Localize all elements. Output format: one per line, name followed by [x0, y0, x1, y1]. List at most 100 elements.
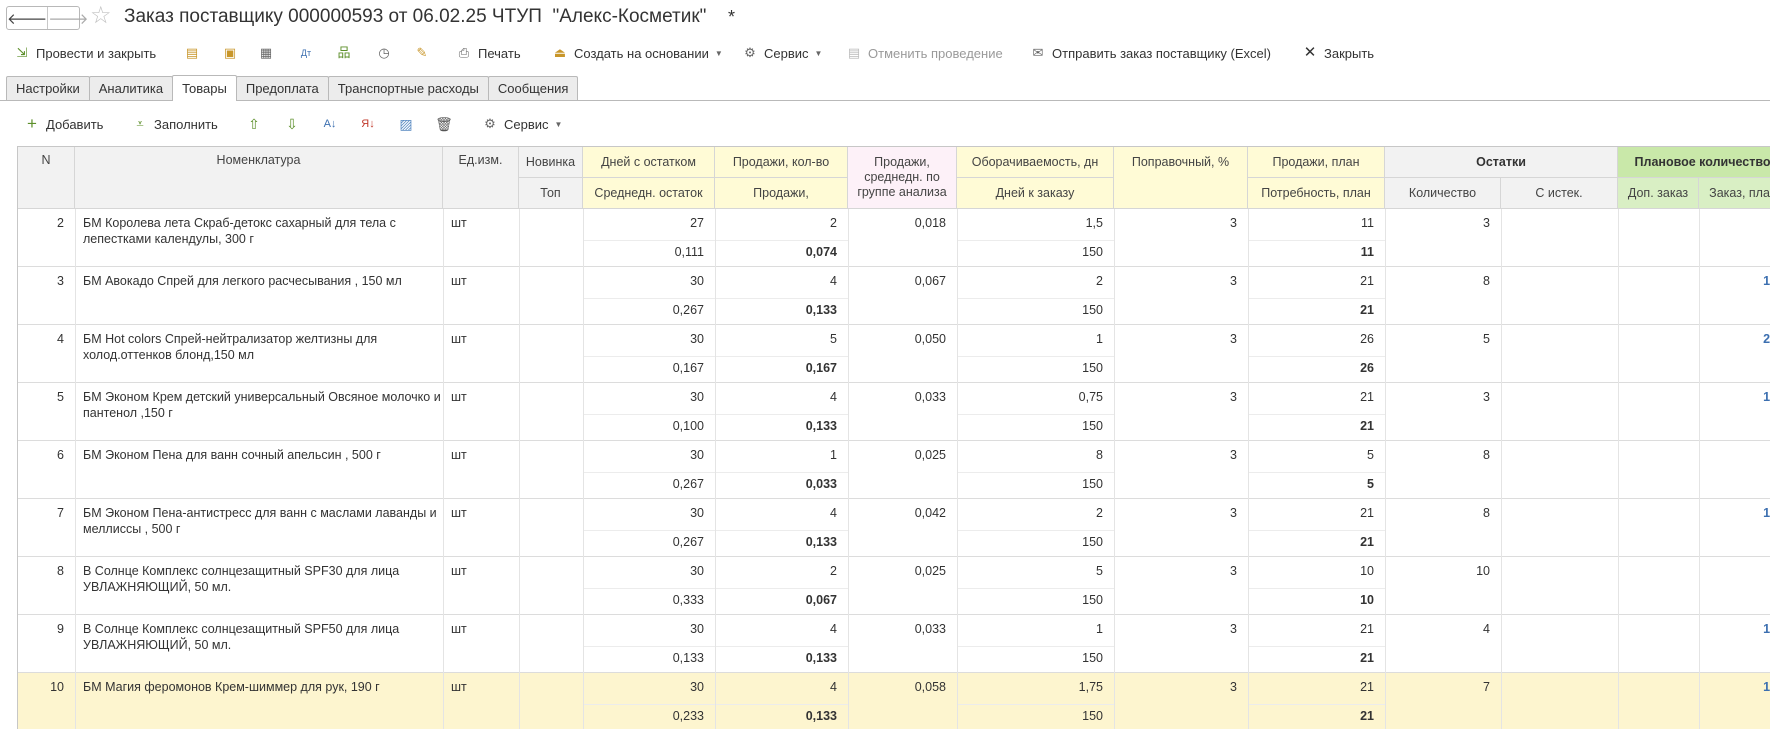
post-document-button[interactable]: ▤ — [184, 40, 206, 66]
col-header-top[interactable]: Топ — [519, 178, 583, 209]
cell-extra[interactable] — [1618, 389, 1699, 437]
create-based-button[interactable]: ⏏ Создать на основании ▼ — [552, 40, 723, 66]
cell-order[interactable]: 18 — [1699, 389, 1770, 437]
cell-sales[interactable]: 1 — [715, 447, 848, 467]
cell-correction[interactable]: 3 — [1114, 447, 1248, 495]
cell-sales-avg[interactable]: 0,133 — [715, 534, 848, 554]
cell-n[interactable]: 10 — [18, 679, 75, 727]
cell-order[interactable] — [1699, 447, 1770, 495]
cell-extra[interactable] — [1618, 447, 1699, 495]
cell-days-order[interactable]: 150 — [957, 418, 1114, 438]
print-button[interactable]: ⎙ Печать — [456, 40, 521, 66]
cell-name[interactable]: БМ Эконом Крем детский универсальный Овс… — [75, 389, 443, 437]
sort-descending-button[interactable]: Я↓ — [358, 114, 378, 134]
cell-need[interactable]: 11 — [1248, 244, 1385, 264]
cell-name[interactable]: В Солнце Комплекс солнцезащитный SPF50 д… — [75, 621, 443, 669]
cell-days-order[interactable]: 150 — [957, 302, 1114, 322]
cell-days-order[interactable]: 150 — [957, 534, 1114, 554]
cell-turnover[interactable]: 2 — [957, 505, 1114, 525]
cell-stock[interactable]: 8 — [1385, 505, 1501, 553]
cell-stock[interactable]: 8 — [1385, 447, 1501, 495]
cancel-posting-button[interactable]: ▤ Отменить проведение — [846, 40, 1003, 66]
tab-settings[interactable]: Настройки — [6, 76, 90, 100]
attachments-button[interactable]: ✎ — [414, 40, 436, 66]
cell-days[interactable]: 30 — [583, 447, 715, 467]
cell-days[interactable]: 30 — [583, 505, 715, 525]
col-header-order-plan[interactable]: Заказ, план — [1699, 178, 1770, 209]
picture-button[interactable]: ▨ — [396, 114, 416, 134]
cell-unit[interactable]: шт — [443, 447, 519, 495]
cell-sales[interactable]: 4 — [715, 389, 848, 409]
cell-avg-stock[interactable]: 0,333 — [583, 592, 715, 612]
cell-correction[interactable]: 3 — [1114, 215, 1248, 263]
cell-days[interactable]: 30 — [583, 273, 715, 293]
cell-expiring[interactable] — [1501, 389, 1618, 437]
cell-n[interactable]: 6 — [18, 447, 75, 495]
close-button[interactable]: ✕ Закрыть — [1302, 40, 1374, 66]
cell-plan[interactable]: 21 — [1248, 679, 1385, 699]
cell-turnover[interactable]: 2 — [957, 273, 1114, 293]
cell-turnover[interactable]: 1,5 — [957, 215, 1114, 235]
cell-correction[interactable]: 3 — [1114, 273, 1248, 321]
cell-name[interactable]: В Солнце Комплекс солнцезащитный SPF30 д… — [75, 563, 443, 611]
tab-transport-costs[interactable]: Транспортные расходы — [327, 76, 489, 100]
cell-expiring[interactable] — [1501, 679, 1618, 727]
cell-name[interactable]: БМ Магия феромонов Крем-шиммер для рук, … — [75, 679, 443, 727]
cell-days-order[interactable]: 150 — [957, 244, 1114, 264]
cell-stock[interactable]: 4 — [1385, 621, 1501, 669]
cell-n[interactable]: 3 — [18, 273, 75, 321]
cell-group-avg[interactable]: 0,042 — [848, 505, 957, 553]
col-header-days-to-order[interactable]: Дней к заказу — [957, 178, 1114, 209]
cell-days-order[interactable]: 150 — [957, 592, 1114, 612]
cell-group-avg[interactable]: 0,018 — [848, 215, 957, 263]
cell-group-avg[interactable]: 0,058 — [848, 679, 957, 727]
cell-correction[interactable]: 3 — [1114, 331, 1248, 379]
cell-avg-stock[interactable]: 0,100 — [583, 418, 715, 438]
service-menu-button[interactable]: ⚙ Сервис ▼ — [742, 40, 822, 66]
cell-group-avg[interactable]: 0,067 — [848, 273, 957, 321]
cell-correction[interactable]: 3 — [1114, 563, 1248, 611]
cell-extra[interactable] — [1618, 621, 1699, 669]
cell-group-avg[interactable]: 0,025 — [848, 563, 957, 611]
cell-name[interactable]: БМ Королева лета Скраб-детокс сахарный д… — [75, 215, 443, 263]
col-header-new[interactable]: Новинка — [519, 147, 583, 178]
cell-avg-stock[interactable]: 0,267 — [583, 534, 715, 554]
cell-sales[interactable]: 4 — [715, 679, 848, 699]
cell-stock[interactable]: 5 — [1385, 331, 1501, 379]
cell-n[interactable]: 8 — [18, 563, 75, 611]
cell-stock[interactable]: 8 — [1385, 273, 1501, 321]
cell-plan[interactable]: 21 — [1248, 621, 1385, 641]
cell-plan[interactable]: 21 — [1248, 505, 1385, 525]
cell-extra[interactable] — [1618, 273, 1699, 321]
cell-turnover[interactable]: 1 — [957, 621, 1114, 641]
cell-stock[interactable]: 3 — [1385, 215, 1501, 263]
cell-unit[interactable]: шт — [443, 389, 519, 437]
col-header-sales-plan[interactable]: Продажи, план — [1248, 147, 1385, 178]
cell-extra[interactable] — [1618, 215, 1699, 263]
tab-prepayment[interactable]: Предоплата — [235, 76, 329, 100]
cell-name[interactable]: БМ Эконом Пена-антистресс для ванн с мас… — [75, 505, 443, 553]
cell-order[interactable]: 21 — [1699, 331, 1770, 379]
col-header-nomenclature[interactable]: Номенклатура — [75, 147, 443, 209]
cell-correction[interactable]: 3 — [1114, 505, 1248, 553]
cell-avg-stock[interactable]: 0,267 — [583, 476, 715, 496]
cell-expiring[interactable] — [1501, 273, 1618, 321]
cell-group-avg[interactable]: 0,033 — [848, 389, 957, 437]
cell-order[interactable]: 13 — [1699, 273, 1770, 321]
cell-days[interactable]: 27 — [583, 215, 715, 235]
cell-days-order[interactable]: 150 — [957, 360, 1114, 380]
cell-days[interactable]: 30 — [583, 563, 715, 583]
cell-n[interactable]: 2 — [18, 215, 75, 263]
cell-expiring[interactable] — [1501, 331, 1618, 379]
col-header-unit[interactable]: Ед.изм. — [443, 147, 519, 209]
cell-plan[interactable]: 5 — [1248, 447, 1385, 467]
delete-button[interactable]: 🗑 — [434, 114, 454, 134]
post-and-close-button[interactable]: ⇲ Провести и закрыть — [14, 40, 157, 66]
cell-unit[interactable]: шт — [443, 563, 519, 611]
cell-name[interactable]: БМ Авокадо Спрей для легкого расчесывани… — [75, 273, 443, 321]
cell-sales[interactable]: 4 — [715, 505, 848, 525]
star-icon[interactable]: ☆ — [90, 3, 112, 29]
cell-expiring[interactable] — [1501, 447, 1618, 495]
col-header-stock-expiring[interactable]: С истек. — [1501, 178, 1618, 209]
cell-unit[interactable]: шт — [443, 621, 519, 669]
